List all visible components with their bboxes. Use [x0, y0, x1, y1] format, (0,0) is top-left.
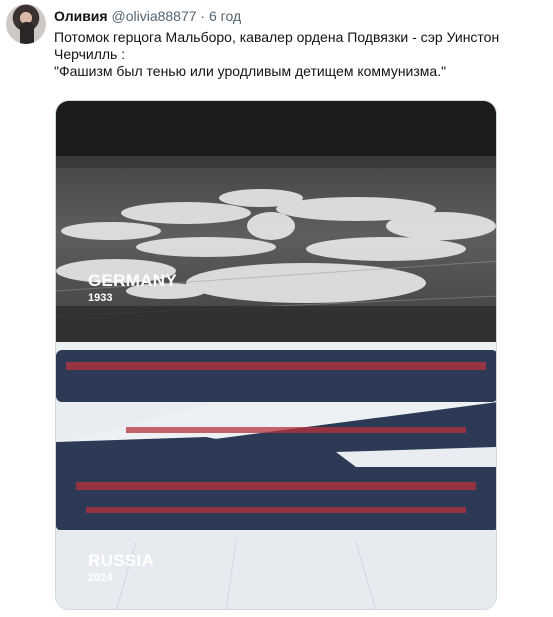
- tweet-header: Оливия @olivia88877 · 6 год: [54, 8, 241, 24]
- author-name[interactable]: Оливия: [54, 8, 108, 24]
- caption-year-2024: 2024: [88, 572, 113, 584]
- caption-year-1933: 1933: [88, 292, 113, 304]
- caption-country-germany: GERMANY: [88, 271, 177, 290]
- tweet-text-line-1: Потомок герцога Мальборо, кавалер ордена…: [54, 29, 500, 45]
- separator-dot: ·: [200, 8, 206, 24]
- tweet-time[interactable]: 6 год: [209, 8, 241, 24]
- germany-formation-graphic: [56, 101, 496, 342]
- caption-country-russia: RUSSIA: [88, 551, 155, 570]
- tweet-text-line-3: "Фашизм был тенью или уродливым детищем …: [54, 63, 447, 79]
- caption-germany: GERMANY 1933: [88, 271, 177, 304]
- photo-germany-1933: GERMANY 1933: [56, 101, 496, 342]
- photo-russia-2024: RUSSIA 2024: [56, 342, 496, 609]
- tweet-text-line-2: Черчилль :: [54, 46, 126, 62]
- tweet: Оливия @olivia88877 · 6 год Потомок герц…: [0, 0, 553, 617]
- avatar[interactable]: [6, 4, 46, 44]
- tweet-text: Потомок герцога Мальборо, кавалер ордена…: [54, 29, 544, 80]
- caption-russia: RUSSIA 2024: [88, 551, 154, 584]
- tweet-media-image[interactable]: GERMANY 1933 RUSSIA 2024: [55, 100, 497, 610]
- author-handle[interactable]: @olivia88877: [111, 8, 196, 24]
- avatar-figure: [20, 22, 34, 44]
